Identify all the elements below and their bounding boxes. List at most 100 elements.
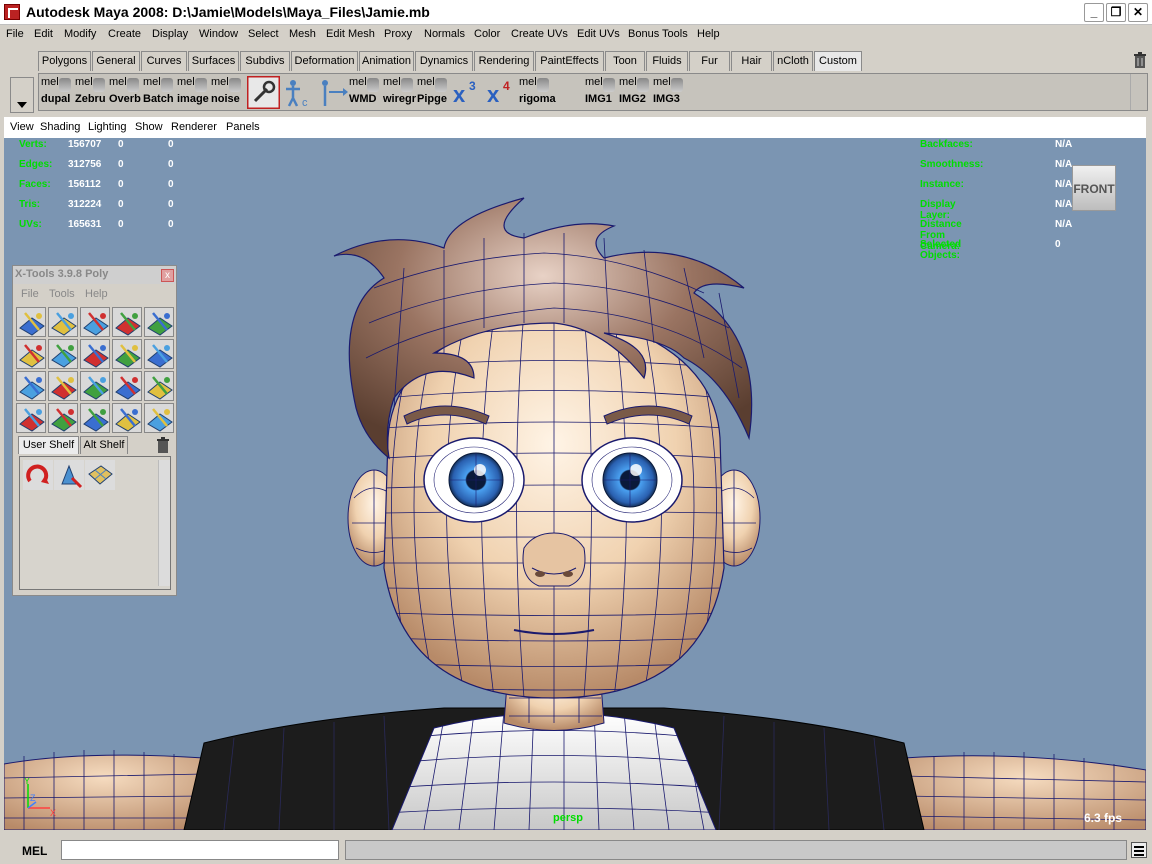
shelf-button-img2[interactable]: mel IMG2 (619, 76, 652, 109)
menu-help[interactable]: Help (697, 28, 720, 40)
panel-menu-renderer[interactable]: Renderer (171, 121, 217, 133)
shelf-button-img3[interactable]: mel IMG3 (653, 76, 686, 109)
mel-command-input[interactable] (61, 840, 339, 860)
menu-edit[interactable]: Edit (34, 28, 53, 40)
shelf-menu-button[interactable] (10, 77, 34, 113)
shelf-tab-animation[interactable]: Animation (359, 51, 414, 71)
shelf-button-batch[interactable]: mel Batch (143, 76, 176, 109)
xtools-tab-alt-shelf[interactable]: Alt Shelf (80, 436, 128, 454)
panel-menu-panels[interactable]: Panels (226, 121, 260, 133)
figure-arrow-icon[interactable] (317, 76, 350, 109)
shelf-button-wiregr[interactable]: mel wiregr (383, 76, 416, 109)
menu-create-uvs[interactable]: Create UVs (511, 28, 568, 40)
shelf-button-noise[interactable]: mel noise (211, 76, 244, 109)
viewcube-front[interactable]: FRONT (1072, 165, 1116, 211)
xtools-tab-user-shelf[interactable]: User Shelf (18, 436, 79, 454)
xtools-tool-icon[interactable] (16, 371, 46, 401)
shelf-tab-ncloth[interactable]: nCloth (773, 51, 813, 71)
xtools-tool-icon[interactable] (16, 339, 46, 369)
shelf-button-wmd[interactable]: mel WMD (349, 76, 382, 109)
xtools-tool-icon[interactable] (48, 339, 78, 369)
menu-normals[interactable]: Normals (424, 28, 465, 40)
xtools-window[interactable]: X-Tools 3.9.8 Poly x File Tools Help User … (12, 265, 177, 596)
shelf-tab-fur[interactable]: Fur (689, 51, 730, 71)
shelf-button-zebru[interactable]: mel Zebru (75, 76, 108, 109)
shelf-tab-curves[interactable]: Curves (141, 51, 187, 71)
menu-mesh[interactable]: Mesh (289, 28, 316, 40)
xtools-tool-icon[interactable] (144, 371, 174, 401)
menu-edit-uvs[interactable]: Edit UVs (577, 28, 620, 40)
shelf-button-overb[interactable]: mel Overb (109, 76, 142, 109)
xtools-tool-icon[interactable] (80, 403, 110, 433)
shelf-tab-toon[interactable]: Toon (605, 51, 645, 71)
wrench-icon[interactable] (246, 75, 281, 110)
panel-menu-shading[interactable]: Shading (40, 121, 80, 133)
rotate-tool-icon[interactable] (23, 460, 53, 490)
xtools-tool-icon[interactable] (16, 403, 46, 433)
panel-menu-show[interactable]: Show (135, 121, 163, 133)
menu-create[interactable]: Create (108, 28, 141, 40)
minimize-button[interactable]: _ (1084, 3, 1104, 22)
panel-menu-lighting[interactable]: Lighting (88, 121, 127, 133)
uv-tool-icon[interactable] (85, 460, 115, 490)
shelf-tab-rendering[interactable]: Rendering (474, 51, 534, 71)
axis-x-label: X (50, 808, 56, 818)
xtools-tool-icon[interactable] (80, 371, 110, 401)
menu-display[interactable]: Display (152, 28, 188, 40)
shelf-tab-painteffects[interactable]: PaintEffects (535, 51, 604, 71)
shelf-tab-hair[interactable]: Hair (731, 51, 772, 71)
xtools-tool-icon[interactable] (48, 403, 78, 433)
shelf-button-dupal[interactable]: mel dupal (41, 76, 74, 109)
menu-select[interactable]: Select (248, 28, 279, 40)
xtools-tool-icon[interactable] (48, 371, 78, 401)
perspective-viewport[interactable]: Verts: 156707 0 0 Edges: 312756 0 0 Faces: 156112… (4, 138, 1146, 830)
shelf-tab-deformation[interactable]: Deformation (291, 51, 358, 71)
xtools-menu-tools[interactable]: Tools (49, 288, 75, 300)
shelf-tab-subdivs[interactable]: Subdivs (240, 51, 290, 71)
xtools-tool-icon[interactable] (80, 339, 110, 369)
xtools-tool-icon[interactable] (112, 403, 142, 433)
xtools-shelf-scrollbar[interactable] (158, 460, 170, 586)
xtools-menu-file[interactable]: File (21, 288, 39, 300)
shelf-tab-general[interactable]: General (92, 51, 140, 71)
shelf-button-image[interactable]: mel image (177, 76, 210, 109)
close-button[interactable]: ✕ (1128, 3, 1148, 22)
shelf-button-img1[interactable]: mel IMG1 (585, 76, 618, 109)
panel-menu-view[interactable]: View (10, 121, 34, 133)
xtools-4-icon[interactable]: x4 (485, 76, 518, 109)
xtools-tool-icon[interactable] (112, 307, 142, 337)
xtools-tool-icon[interactable] (48, 307, 78, 337)
xtools-menu-help[interactable]: Help (85, 288, 108, 300)
xtools-tool-icon[interactable] (80, 307, 110, 337)
xtools-tool-icon[interactable] (112, 371, 142, 401)
shape-tool-icon[interactable] (54, 460, 84, 490)
shelf-tab-surfaces[interactable]: Surfaces (188, 51, 239, 71)
xtools-close-button[interactable]: x (161, 269, 174, 282)
shelf-scrollbar[interactable] (1130, 74, 1146, 110)
shelf-tab-dynamics[interactable]: Dynamics (415, 51, 473, 71)
menu-modify[interactable]: Modify (64, 28, 96, 40)
xtools-tool-icon[interactable] (144, 307, 174, 337)
menu-bonus-tools[interactable]: Bonus Tools (628, 28, 688, 40)
xtools-3-icon[interactable]: x3 (451, 76, 484, 109)
figure-c-icon[interactable]: c (281, 76, 314, 109)
xtools-tool-icon[interactable] (112, 339, 142, 369)
shelf-tab-fluids[interactable]: Fluids (646, 51, 688, 71)
shelf-button-rigoma[interactable]: mel rigoma (519, 76, 556, 109)
script-editor-button[interactable] (1131, 842, 1147, 858)
menu-proxy[interactable]: Proxy (384, 28, 412, 40)
menu-file[interactable]: File (6, 28, 24, 40)
shelf-button-pipge[interactable]: mel Pipge (417, 76, 450, 109)
xtools-title[interactable]: X-Tools 3.9.8 Poly (13, 266, 176, 284)
menu-edit-mesh[interactable]: Edit Mesh (326, 28, 375, 40)
trash-icon[interactable] (156, 437, 170, 453)
shelf-tab-custom[interactable]: Custom (814, 51, 862, 71)
menu-window[interactable]: Window (199, 28, 238, 40)
menu-color[interactable]: Color (474, 28, 500, 40)
xtools-tool-icon[interactable] (16, 307, 46, 337)
xtools-tool-icon[interactable] (144, 403, 174, 433)
shelf-tab-polygons[interactable]: Polygons (38, 51, 91, 71)
maximize-button[interactable]: ❐ (1106, 3, 1126, 22)
xtools-tool-icon[interactable] (144, 339, 174, 369)
trash-icon[interactable] (1133, 52, 1147, 68)
